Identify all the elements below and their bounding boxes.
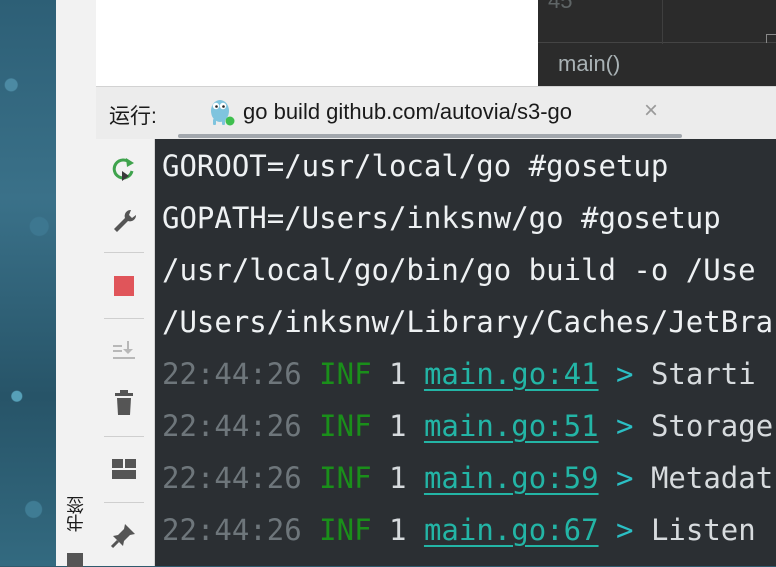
- editor-corner-marker: [766, 34, 776, 43]
- log-level: INF: [319, 409, 372, 443]
- source-link[interactable]: main.go:59: [424, 461, 599, 495]
- log-line: 22:44:26 INF 1 main.go:67 > Listen: [162, 507, 776, 559]
- log-timestamp: 22:44:26: [162, 461, 302, 495]
- log-count: 1: [389, 461, 407, 495]
- log-line: 22:44:26 INF 1 main.go:51 > Storage: [162, 403, 776, 455]
- pin-icon[interactable]: [104, 515, 144, 555]
- trash-icon[interactable]: [104, 383, 144, 423]
- console-line: GOROOT=/usr/local/go #gosetup: [162, 149, 669, 183]
- line-number: 45: [548, 0, 573, 13]
- editor-column-divider: [662, 0, 663, 44]
- bookmarks-tab[interactable]: 书签: [62, 496, 90, 532]
- log-level: INF: [319, 513, 372, 547]
- layout-icon[interactable]: [104, 449, 144, 489]
- close-icon[interactable]: ×: [640, 99, 662, 123]
- log-level: INF: [319, 461, 372, 495]
- toolbar-separator: [104, 252, 144, 253]
- console-lines: GOROOT=/usr/local/go #gosetup GOPATH=/Us…: [162, 143, 776, 559]
- wrench-icon[interactable]: [104, 200, 144, 240]
- log-message: Starti: [650, 357, 756, 391]
- log-line: 22:44:26 INF 1 main.go:59 > Metadat: [162, 455, 776, 507]
- log-line: 22:44:26 INF 1 main.go:41 > Starti: [162, 351, 776, 403]
- log-count: 1: [389, 357, 407, 391]
- log-timestamp: 22:44:26: [162, 513, 302, 547]
- log-timestamp: 22:44:26: [162, 357, 302, 391]
- log-count: 1: [389, 409, 407, 443]
- source-link[interactable]: main.go:41: [424, 357, 599, 391]
- log-message: Storage: [650, 409, 774, 443]
- log-message: Listen: [650, 513, 756, 547]
- run-panel-label: 运行:: [109, 105, 157, 128]
- run-tab-title[interactable]: go build github.com/autovia/s3-go: [243, 99, 572, 125]
- log-arrow: >: [616, 461, 634, 495]
- log-message: Metadat: [650, 461, 774, 495]
- log-arrow: >: [616, 357, 634, 391]
- source-link[interactable]: main.go:51: [424, 409, 599, 443]
- log-count: 1: [389, 513, 407, 547]
- left-tool-strip: [56, 0, 97, 566]
- log-arrow: >: [616, 513, 634, 547]
- toolbar-separator: [104, 502, 144, 503]
- desktop-wallpaper: [0, 0, 56, 566]
- scroll-to-end-icon[interactable]: [104, 331, 144, 371]
- gopher-icon: [211, 100, 235, 126]
- breadcrumb-function[interactable]: main(): [558, 51, 620, 77]
- console-line: /Users/inksnw/Library/Caches/JetBra: [162, 305, 774, 339]
- toolbar-separator: [104, 436, 144, 437]
- source-link[interactable]: main.go:67: [424, 513, 599, 547]
- console-line: /usr/local/go/bin/go build -o /Use: [162, 253, 756, 287]
- log-level: INF: [319, 357, 372, 391]
- console-line: GOPATH=/Users/inksnw/go #gosetup: [162, 201, 721, 235]
- log-arrow: >: [616, 409, 634, 443]
- bookmarks-tab-icon[interactable]: [67, 553, 83, 567]
- log-timestamp: 22:44:26: [162, 409, 302, 443]
- active-tab-indicator: [178, 134, 682, 138]
- rerun-icon[interactable]: [104, 149, 144, 189]
- editor-divider: [538, 42, 776, 43]
- stop-icon[interactable]: [104, 266, 144, 306]
- toolbar-separator: [104, 318, 144, 319]
- editor-area[interactable]: [96, 0, 538, 86]
